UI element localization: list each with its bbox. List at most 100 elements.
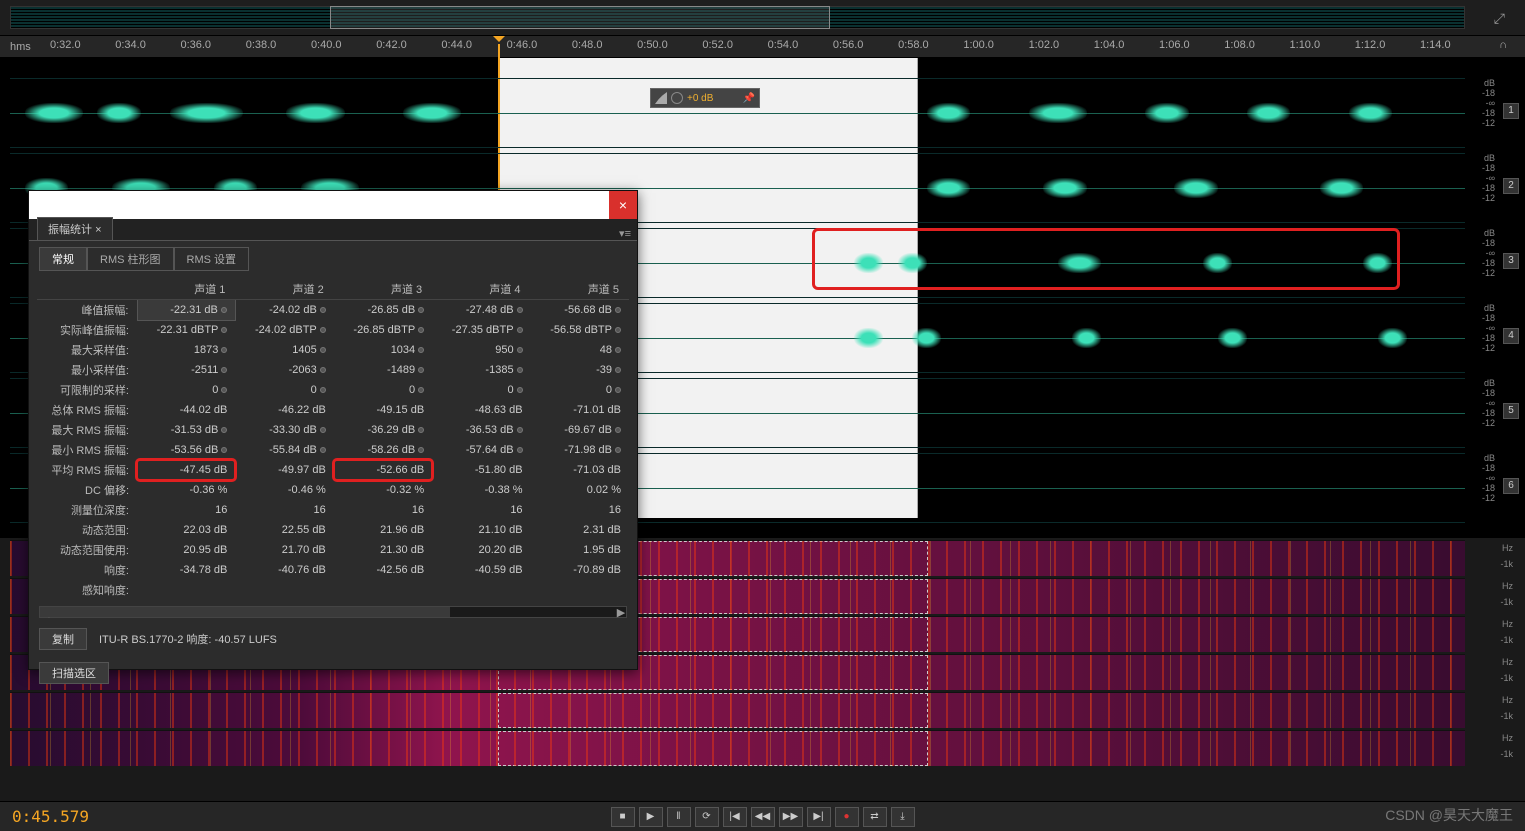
stats-cell[interactable]: 16 [137,500,235,520]
locate-dot-icon[interactable] [320,327,326,333]
stats-cell[interactable]: -27.35 dBTP [432,320,530,340]
locate-dot-icon[interactable] [517,327,523,333]
zoom-reset-icon[interactable]: ⤢ [1494,10,1505,27]
stats-cell[interactable]: -1385 [432,360,530,380]
rewind-button[interactable]: ◀◀ [751,807,775,827]
stats-cell[interactable]: -22.31 dBTP [137,320,235,340]
close-icon[interactable]: × [95,224,101,236]
forward-button[interactable]: ▶▶ [779,807,803,827]
stats-cell[interactable]: -31.53 dB [137,420,235,440]
locate-dot-icon[interactable] [517,427,523,433]
stats-cell[interactable]: -53.56 dB [137,440,235,460]
stats-cell[interactable]: -57.64 dB [432,440,530,460]
stats-cell[interactable]: -71.03 dB [531,460,629,480]
stats-cell[interactable]: 16 [432,500,530,520]
stats-cell[interactable]: 1.95 dB [531,540,629,560]
column-header[interactable]: 声道 1 [137,279,235,300]
amplitude-statistics-dialog[interactable]: × 振幅统计 × ▾≡ 常规 RMS 柱形图 RMS 设置 声道 1声道 2声道… [28,190,638,670]
stats-cell[interactable]: 21.30 dB [334,540,432,560]
stats-cell[interactable]: 950 [432,340,530,360]
subtab-rms-settings[interactable]: RMS 设置 [174,247,250,271]
stats-cell[interactable]: -40.59 dB [432,560,530,580]
locate-dot-icon[interactable] [418,327,424,333]
panel-menu-icon[interactable]: ▾≡ [619,227,637,240]
stats-cell[interactable]: 1405 [235,340,333,360]
locate-dot-icon[interactable] [320,307,326,313]
locate-dot-icon[interactable] [221,307,227,313]
overview-viewport-handle[interactable] [330,6,830,29]
stats-cell[interactable]: 0 [137,380,235,400]
stats-cell[interactable] [432,580,530,600]
stats-cell[interactable]: -0.32 % [334,480,432,500]
stats-cell[interactable]: -26.85 dB [334,300,432,321]
locate-dot-icon[interactable] [615,347,621,353]
track-number-badge[interactable]: 2 [1503,178,1519,194]
column-header[interactable]: 声道 2 [235,279,333,300]
stats-cell[interactable]: -58.26 dB [334,440,432,460]
play-button[interactable]: ▶ [639,807,663,827]
stats-cell[interactable]: 22.55 dB [235,520,333,540]
spectro-row[interactable]: Hz-1k [10,730,1465,766]
stats-cell[interactable]: 21.70 dB [235,540,333,560]
stats-cell[interactable]: 22.03 dB [137,520,235,540]
stats-cell[interactable]: -49.15 dB [334,400,432,420]
track-number-badge[interactable]: 5 [1503,403,1519,419]
stats-cell[interactable]: 21.96 dB [334,520,432,540]
locate-dot-icon[interactable] [615,387,621,393]
record-button[interactable]: ● [835,807,859,827]
locate-dot-icon[interactable] [418,347,424,353]
stats-cell[interactable]: -48.63 dB [432,400,530,420]
locate-dot-icon[interactable] [221,347,227,353]
timeline-ruler[interactable]: hms ∩ 0:32.00:34.00:36.00:38.00:40.00:42… [0,36,1525,58]
stats-cell[interactable]: -49.97 dB [235,460,333,480]
close-button[interactable]: × [609,191,637,219]
stats-cell[interactable]: -47.45 dB [137,460,235,480]
stats-cell[interactable]: 48 [531,340,629,360]
stats-cell[interactable]: -26.85 dBTP [334,320,432,340]
overview-bar[interactable]: ⤢ [0,0,1525,36]
stats-cell[interactable]: 0 [334,380,432,400]
stats-cell[interactable]: -51.80 dB [432,460,530,480]
locate-dot-icon[interactable] [615,367,621,373]
locate-dot-icon[interactable] [221,387,227,393]
stats-cell[interactable] [235,580,333,600]
stats-cell[interactable] [137,580,235,600]
stats-cell[interactable]: 16 [531,500,629,520]
stats-cell[interactable]: -2511 [137,360,235,380]
column-header[interactable]: 声道 3 [334,279,432,300]
stats-cell[interactable]: -71.01 dB [531,400,629,420]
dialog-titlebar[interactable]: × [29,191,637,219]
stats-cell[interactable]: 16 [334,500,432,520]
locate-dot-icon[interactable] [615,427,621,433]
loop-button[interactable]: ⟳ [695,807,719,827]
stats-cell[interactable]: 1873 [137,340,235,360]
track-number-badge[interactable]: 3 [1503,253,1519,269]
stats-cell[interactable]: -44.02 dB [137,400,235,420]
pin-icon[interactable]: 📌 [743,93,755,104]
locate-dot-icon[interactable] [221,367,227,373]
stats-cell[interactable]: -71.98 dB [531,440,629,460]
stats-cell[interactable]: -36.29 dB [334,420,432,440]
stats-cell[interactable]: -70.89 dB [531,560,629,580]
stats-cell[interactable]: -24.02 dBTP [235,320,333,340]
locate-dot-icon[interactable] [615,327,621,333]
stats-cell[interactable]: -33.30 dB [235,420,333,440]
scrollbar-thumb[interactable] [40,607,450,617]
stats-cell[interactable] [334,580,432,600]
stats-cell[interactable]: 20.20 dB [432,540,530,560]
stats-cell[interactable]: 0 [531,380,629,400]
subtab-rms-histogram[interactable]: RMS 柱形图 [87,247,174,271]
stats-cell[interactable]: -34.78 dB [137,560,235,580]
stats-cell[interactable]: -24.02 dB [235,300,333,321]
stats-cell[interactable]: 2.31 dB [531,520,629,540]
skip-selection-button[interactable]: ⤓ [891,807,915,827]
locate-dot-icon[interactable] [418,387,424,393]
stats-cell[interactable]: 1034 [334,340,432,360]
locate-dot-icon[interactable] [517,367,523,373]
locate-dot-icon[interactable] [418,447,424,453]
stats-cell[interactable]: -69.67 dB [531,420,629,440]
locate-dot-icon[interactable] [320,347,326,353]
stats-cell[interactable] [531,580,629,600]
stats-cell[interactable]: -56.58 dBTP [531,320,629,340]
stats-cell[interactable]: -40.76 dB [235,560,333,580]
